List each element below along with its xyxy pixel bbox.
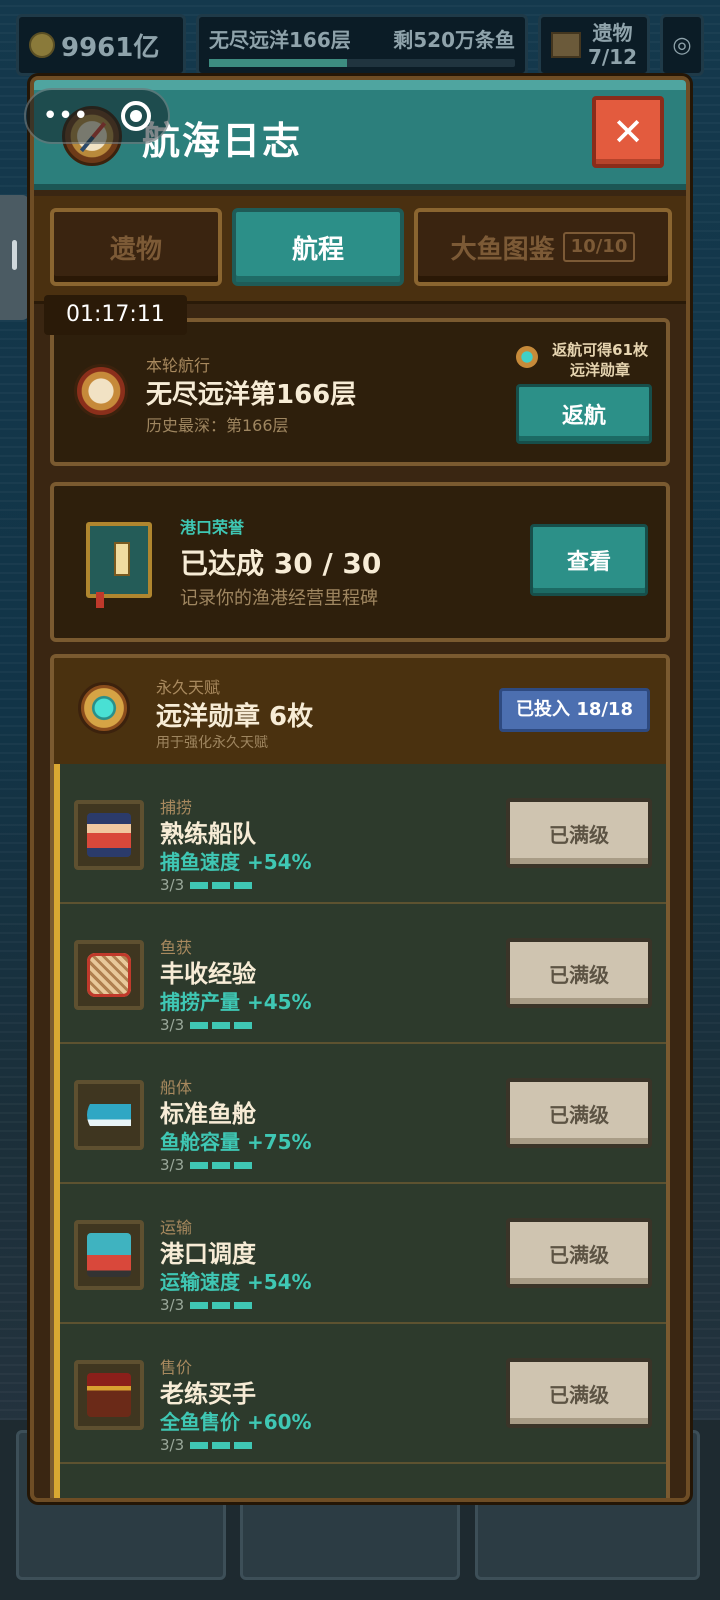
tab-fish-label: 大鱼图鉴: [450, 234, 555, 265]
book-icon: [86, 522, 152, 608]
depth-progress[interactable]: 无尽远洋166层 剩520万条鱼: [196, 14, 528, 76]
voyage-label: 本轮航行: [146, 356, 211, 375]
talent-name: 丰收经验: [160, 960, 256, 988]
maxed-button[interactable]: 已满级: [506, 798, 652, 868]
tab-relics-label: 遗物: [109, 234, 162, 265]
coin-icon: [29, 32, 55, 58]
maxed-button[interactable]: 已满级: [506, 1358, 652, 1428]
more-dots-icon[interactable]: •••: [42, 101, 88, 131]
compass-button[interactable]: ◎: [660, 14, 704, 76]
talent-level-text: 3/3: [160, 1156, 185, 1174]
compass-icon: ◎: [672, 32, 692, 58]
fish-icon: [74, 1080, 144, 1150]
relic-counter[interactable]: 遗物 7/12: [538, 14, 650, 76]
ocean-medal-icon: [78, 682, 130, 734]
tab-bar: 遗物 航程 大鱼图鉴 10/10: [34, 196, 686, 304]
medal-count: 远洋勋章 6枚: [156, 702, 314, 732]
depth-progress-bar: [209, 58, 515, 67]
relic-count: 7/12: [587, 45, 637, 69]
talent-name: 港口调度: [160, 1240, 256, 1268]
view-honor-button[interactable]: 查看: [530, 524, 648, 596]
honor-description: 记录你的渔港经营里程碑: [180, 588, 378, 609]
maxed-button[interactable]: 已满级: [506, 1218, 652, 1288]
talent-level: 3/3: [160, 1296, 253, 1314]
permanent-talent-panel: 永久天赋 远洋勋章 6枚 用于强化永久天赋 已投入 18/18 捕捞 熟练船队 …: [50, 654, 670, 1498]
talent-effect: 运输速度 +54%: [160, 1270, 312, 1294]
return-reward-line1: 返航可得61枚: [552, 341, 648, 359]
talent-level: 3/3: [160, 1156, 253, 1174]
tab-voyage[interactable]: 航程: [232, 208, 404, 286]
talent-name: 老练买手: [160, 1380, 256, 1408]
cargo-cart-icon: [74, 1220, 144, 1290]
talent-effect: 捕鱼速度 +54%: [160, 850, 312, 874]
fish-remaining: 剩520万条鱼: [393, 27, 515, 52]
talent-label: 永久天赋: [156, 678, 221, 697]
talent-level-text: 3/3: [160, 1016, 185, 1034]
talent-header: 永久天赋 远洋勋章 6枚 用于强化永久天赋 已投入 18/18: [54, 658, 666, 764]
relic-label: 遗物: [592, 21, 633, 45]
top-hud: 9961亿 无尽远洋166层 剩520万条鱼 遗物 7/12 ◎: [16, 14, 704, 76]
talent-level-pips: [190, 1441, 253, 1449]
talent-row: 船体 标准鱼舱 鱼舱容量 +75% 3/3 已满级: [60, 1044, 666, 1184]
talent-row: 售价 老练买手 全鱼售价 +60% 3/3 已满级: [60, 1324, 666, 1464]
talent-effect: 捕捞产量 +45%: [160, 990, 312, 1014]
talent-level-pips: [190, 1161, 253, 1169]
tab-relics[interactable]: 遗物: [50, 208, 222, 286]
coin-amount: 9961亿: [61, 32, 160, 63]
talent-level: 3/3: [160, 1016, 253, 1034]
voyage-current-depth: 无尽远洋第166层: [146, 380, 357, 410]
maxed-button[interactable]: 已满级: [506, 1078, 652, 1148]
talent-level: 3/3: [160, 876, 253, 894]
coin-counter[interactable]: 9961亿: [16, 14, 186, 76]
honor-progress: 已达成 30 / 30: [180, 547, 382, 580]
miniprogram-capsule[interactable]: •••: [24, 88, 170, 144]
talent-description: 用于强化永久天赋: [156, 735, 268, 751]
tab-fish-encyclopedia[interactable]: 大鱼图鉴 10/10: [414, 208, 672, 286]
return-reward-note: 返航可得61枚 远洋勋章: [552, 340, 648, 380]
talent-row: 运输 港口调度 运输速度 +54% 3/3 已满级: [60, 1184, 666, 1324]
current-voyage-card: 本轮航行 无尽远洋第166层 历史最深：第166层 返航可得61枚 远洋勋章 返…: [50, 318, 670, 466]
talent-level-text: 3/3: [160, 1436, 185, 1454]
talent-name: 熟练船队: [160, 820, 256, 848]
talent-level: 3/3: [160, 1436, 253, 1454]
return-reward-line2: 远洋勋章: [570, 361, 631, 379]
fishing-net-icon: [74, 940, 144, 1010]
talent-row: 捕捞 熟练船队 捕鱼速度 +54% 3/3 已满级: [60, 764, 666, 904]
talent-level-pips: [190, 1301, 253, 1309]
talent-effect: 鱼舱容量 +75%: [160, 1130, 312, 1154]
countdown-timer: 01:17:11: [44, 295, 187, 335]
close-button[interactable]: ✕: [592, 96, 664, 168]
chest-icon: [551, 32, 581, 58]
fisherman-icon: [74, 800, 144, 870]
talent-level-pips: [190, 1021, 253, 1029]
talent-level-text: 3/3: [160, 876, 185, 894]
tab-fish-badge: 10/10: [562, 232, 636, 262]
voyage-log-dialog: 航海日志 ✕ 遗物 航程 大鱼图鉴 10/10 01:17:11 本轮航行 无尽…: [30, 76, 690, 1502]
harbor-honor-card: 港口荣誉 已达成 30 / 30 记录你的渔港经营里程碑 查看: [50, 482, 670, 642]
talent-effect: 全鱼售价 +60%: [160, 1410, 312, 1434]
maxed-button[interactable]: 已满级: [506, 938, 652, 1008]
talent-name: 标准鱼舱: [160, 1100, 256, 1128]
invested-badge: 已投入 18/18: [499, 688, 650, 732]
tab-voyage-label: 航程: [291, 234, 344, 265]
talent-list: 捕捞 熟练船队 捕鱼速度 +54% 3/3 已满级 鱼获 丰收经验 捕捞产量 +…: [54, 764, 666, 1498]
voyage-best-depth: 历史最深：第166层: [146, 416, 289, 435]
exit-target-icon[interactable]: [121, 101, 152, 131]
compass-icon: [74, 364, 128, 418]
market-stall-icon: [74, 1360, 144, 1430]
talent-level-pips: [190, 881, 253, 889]
medal-icon: [516, 346, 538, 368]
talent-row: 鱼获 丰收经验 捕捞产量 +45% 3/3 已满级: [60, 904, 666, 1044]
talent-level-text: 3/3: [160, 1296, 185, 1314]
depth-label: 无尽远洋166层: [209, 27, 351, 52]
return-button[interactable]: 返航: [516, 384, 652, 444]
side-drawer-handle[interactable]: [0, 195, 30, 320]
honor-label: 港口荣誉: [180, 518, 245, 537]
